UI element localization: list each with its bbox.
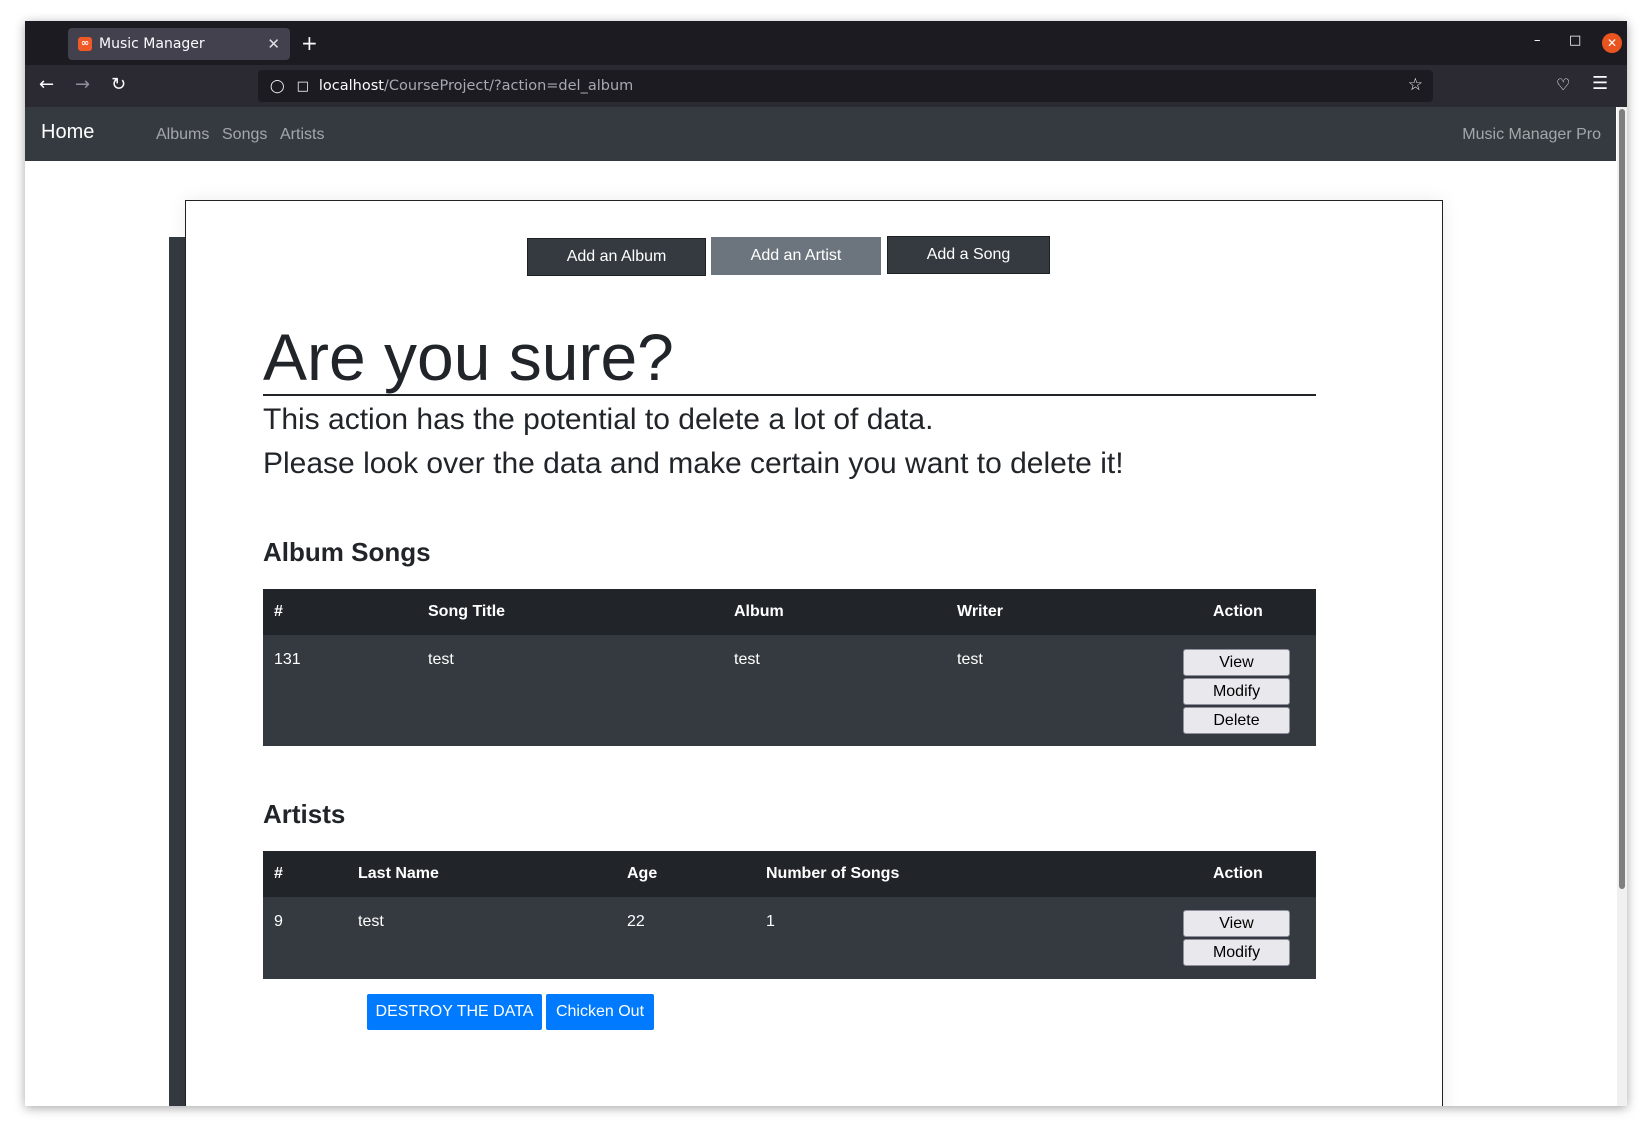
- reload-icon[interactable]: ↻: [111, 74, 126, 95]
- cell-album: test: [734, 651, 760, 668]
- artists-title: Artists: [263, 799, 346, 829]
- page-title: Are you sure?: [263, 320, 674, 394]
- warning-text-1: This action has the potential to delete …: [263, 403, 934, 436]
- destroy-data-button[interactable]: DESTROY THE DATA: [367, 994, 542, 1030]
- cell-number-of-songs: 1: [766, 913, 775, 930]
- add-song-button[interactable]: Add a Song: [887, 236, 1050, 274]
- nav-link-artists[interactable]: Artists: [280, 126, 324, 144]
- cell-age: 22: [627, 913, 645, 930]
- back-arrow-icon[interactable]: ←: [39, 74, 54, 95]
- add-album-button[interactable]: Add an Album: [527, 238, 706, 276]
- bookmark-star-icon[interactable]: ☆: [1408, 75, 1423, 95]
- col-header-id: #: [274, 865, 283, 882]
- hamburger-menu-icon[interactable]: ☰: [1592, 73, 1608, 94]
- page-viewport: Home Albums Songs Artists Music Manager …: [25, 107, 1627, 1106]
- col-header-number-of-songs: Number of Songs: [766, 865, 900, 882]
- page-scrollbar[interactable]: [1617, 107, 1627, 1106]
- nav-link-songs[interactable]: Songs: [222, 126, 267, 144]
- content-card: Add an Album Add an Artist Add a Song Ar…: [185, 200, 1443, 1106]
- view-song-button[interactable]: View: [1183, 649, 1290, 676]
- col-header-writer: Writer: [957, 603, 1003, 620]
- tab-bar: ∞ Music Manager ✕ + – □ ✕: [25, 21, 1627, 65]
- minimize-icon[interactable]: –: [1534, 33, 1541, 48]
- table-header: # Last Name Age Number of Songs Action: [263, 851, 1316, 898]
- warning-text-2: Please look over the data and make certa…: [263, 447, 1124, 480]
- add-artist-button[interactable]: Add an Artist: [711, 237, 881, 275]
- col-header-id: #: [274, 603, 283, 620]
- url-path: /CourseProject/?action=del_album: [383, 78, 634, 94]
- col-header-last-name: Last Name: [358, 865, 439, 882]
- xampp-favicon-icon: ∞: [78, 37, 92, 51]
- pocket-icon[interactable]: ♡: [1556, 75, 1570, 94]
- cell-last-name: test: [358, 913, 384, 930]
- view-artist-button[interactable]: View: [1183, 910, 1290, 937]
- url-text[interactable]: localhost/CourseProject/?action=del_albu…: [319, 78, 633, 94]
- col-header-age: Age: [627, 865, 658, 882]
- site-navbar: Home Albums Songs Artists Music Manager …: [25, 107, 1616, 161]
- maximize-icon[interactable]: □: [1569, 33, 1581, 48]
- col-header-album: Album: [734, 603, 784, 620]
- col-header-action: Action: [1213, 865, 1263, 882]
- modify-artist-button[interactable]: Modify: [1183, 939, 1290, 966]
- tab-title: Music Manager: [99, 36, 205, 52]
- shield-icon[interactable]: ◯: [270, 79, 285, 94]
- nav-app-name: Music Manager Pro: [1462, 126, 1601, 143]
- cell-id: 131: [274, 651, 301, 668]
- nav-link-albums[interactable]: Albums: [156, 126, 209, 144]
- close-window-icon[interactable]: ✕: [1602, 33, 1622, 53]
- col-header-action: Action: [1213, 603, 1263, 620]
- table-row: 9 test 22 1 View Modify: [263, 898, 1316, 978]
- chicken-out-button[interactable]: Chicken Out: [546, 994, 654, 1030]
- cell-song-title: test: [428, 651, 454, 668]
- cell-writer: test: [957, 651, 983, 668]
- nav-toolbar: ← → ↻ ◯ □ localhost/CourseProject/?actio…: [25, 65, 1627, 107]
- url-host: localhost: [318, 78, 384, 94]
- artists-table: # Last Name Age Number of Songs Action 9…: [263, 851, 1316, 979]
- delete-song-button[interactable]: Delete: [1183, 707, 1290, 734]
- cell-id: 9: [274, 913, 283, 930]
- col-header-song-title: Song Title: [428, 603, 506, 620]
- forward-arrow-icon[interactable]: →: [75, 74, 90, 95]
- tab-close-icon[interactable]: ✕: [267, 35, 280, 53]
- album-songs-title: Album Songs: [263, 537, 431, 567]
- url-bar[interactable]: ◯ □ localhost/CourseProject/?action=del_…: [258, 70, 1433, 102]
- page-info-icon[interactable]: □: [297, 79, 309, 94]
- browser-tab[interactable]: ∞ Music Manager ✕: [68, 28, 290, 60]
- modify-song-button[interactable]: Modify: [1183, 678, 1290, 705]
- side-accent-bar: [169, 237, 185, 1106]
- album-songs-table: # Song Title Album Writer Action 131 tes…: [263, 589, 1316, 746]
- scrollbar-thumb[interactable]: [1619, 109, 1625, 889]
- table-header: # Song Title Album Writer Action: [263, 589, 1316, 636]
- new-tab-icon[interactable]: +: [301, 31, 318, 55]
- heading-divider: [263, 394, 1316, 396]
- table-row: 131 test test test View Modify Delete: [263, 636, 1316, 745]
- nav-brand-home[interactable]: Home: [41, 121, 94, 144]
- browser-window: ∞ Music Manager ✕ + – □ ✕ ← → ↻ ◯ □ loca…: [25, 21, 1627, 1106]
